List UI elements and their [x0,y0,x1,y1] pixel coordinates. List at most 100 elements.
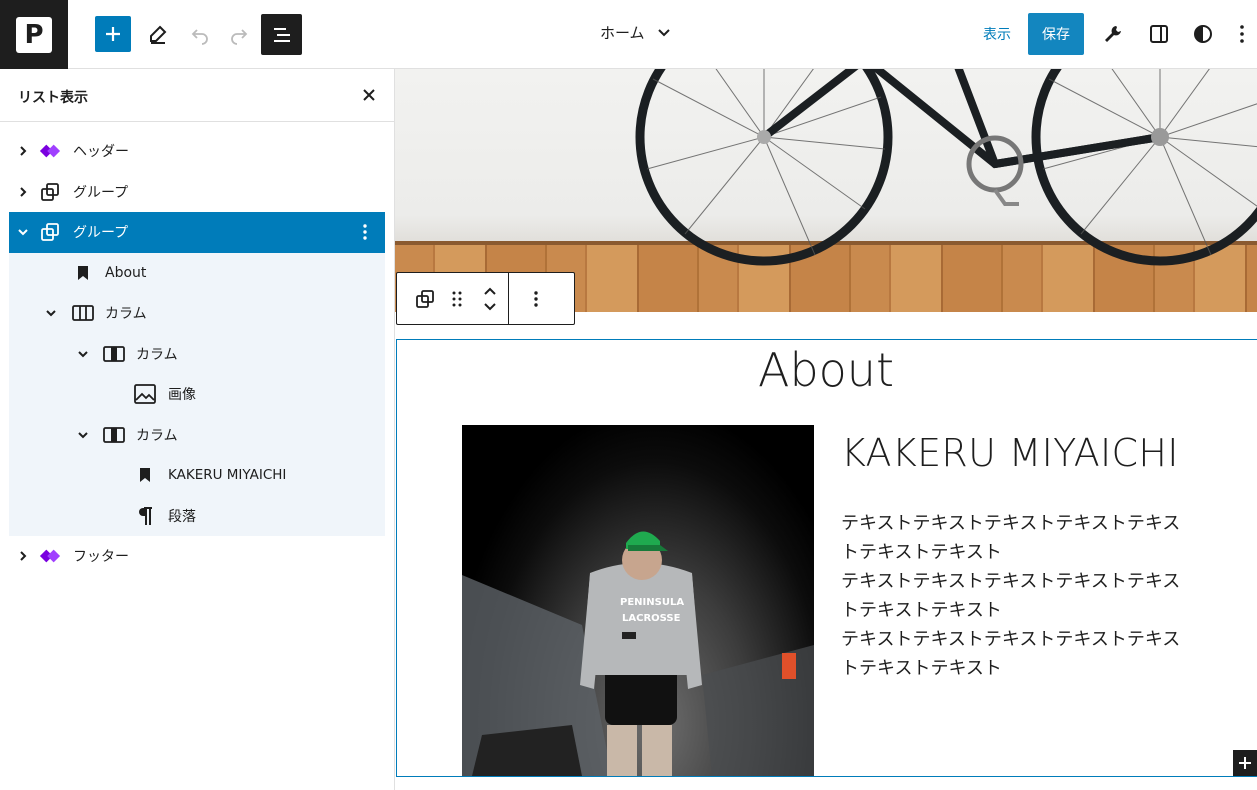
paragraph-line: トテキストテキスト [841,658,1002,679]
chevron-down-icon[interactable] [43,305,59,321]
tree-row-column[interactable]: カラム [9,333,385,374]
paragraph-line: トテキストテキスト [841,542,1002,563]
bookmark-icon [134,464,156,486]
tree-row-column[interactable]: カラム [9,414,385,455]
block-type-switcher-button[interactable] [408,273,442,324]
half-circle-contrast-icon [1194,25,1212,43]
chevron-down-icon [657,28,670,36]
columns-icon [72,302,94,324]
tree-label: グループ [73,225,129,242]
redo-icon [231,29,248,45]
block-options-button[interactable] [355,221,375,243]
profile-photo[interactable]: PENINSULA LACROSSE [462,425,814,776]
column-icon [103,343,125,365]
group-icon [39,221,61,243]
tree-label: カラム [136,346,178,363]
paragraph-line: テキストテキストテキストテキストテキス [841,571,1181,592]
tree-row-header[interactable]: ヘッダー [9,131,385,172]
save-button[interactable]: 保存 [1028,13,1084,55]
list-view-icon [273,27,290,42]
undo-button[interactable] [182,15,218,53]
tree-label: KAKERU MIYAICHI [168,467,287,484]
column-icon [103,424,125,446]
tree-row-columns[interactable]: カラム [9,293,385,334]
template-part-icon [39,140,61,162]
tree-label: 画像 [168,387,196,404]
view-button[interactable]: 表示 [983,24,1011,44]
tree-row-group-selected[interactable]: グループ [9,212,385,253]
tree-row-heading[interactable]: About [9,252,385,293]
tree-row-image[interactable]: 画像 [9,374,385,415]
tools-pen-button[interactable] [140,15,176,53]
redo-button[interactable] [221,15,257,53]
more-vertical-icon [1240,25,1244,43]
undo-icon [191,29,208,45]
editor-top-toolbar: P ホーム 表示 保存 [0,0,1257,69]
block-toolbar [396,272,575,325]
wrench-icon [1105,26,1121,42]
block-tree: ヘッダー グループ グループ About カラム カラム 画像 カラム KAKE… [9,131,385,577]
drag-handle-icon [452,291,462,306]
block-toolbar-group-2 [508,273,553,324]
list-view-toggle-button[interactable] [261,14,302,55]
plus-icon [106,27,120,41]
block-options-button[interactable] [519,273,553,324]
styles-button[interactable] [1185,15,1221,53]
plus-icon [1239,757,1251,769]
tree-label: About [105,264,147,281]
list-view-title: リスト表示 [18,90,88,106]
tree-row-heading[interactable]: KAKERU MIYAICHI [9,455,385,496]
document-title: ホーム [600,24,645,42]
chevron-down-icon[interactable] [75,427,91,443]
chevron-down-icon[interactable] [483,302,497,311]
sidebar-panel-icon [1150,25,1168,43]
site-logo-icon: P [16,16,52,53]
move-up-down-buttons[interactable] [472,273,508,324]
template-part-icon [39,545,61,567]
list-view-header: リスト表示 [0,69,394,122]
about-heading[interactable]: About [395,343,1257,397]
tree-label: カラム [105,306,147,323]
list-view-sidebar: リスト表示 ヘッダー グループ グループ About カラム カラム 画像 カラ… [0,69,395,790]
paragraph-line: テキストテキストテキストテキストテキス [841,513,1181,534]
close-list-view-button[interactable] [357,83,381,107]
options-menu-button[interactable] [1229,15,1255,53]
chevron-right-icon[interactable] [15,143,31,159]
tree-label: カラム [136,427,178,444]
person-photo-illustration: PENINSULA LACROSSE [462,531,814,776]
tree-label: グループ [73,184,129,201]
tree-row-footer[interactable]: フッター [9,536,385,577]
more-vertical-icon [363,224,367,240]
chevron-down-icon[interactable] [15,224,31,240]
chevron-up-icon[interactable] [483,287,497,296]
close-icon [363,89,375,101]
image-icon [134,383,156,405]
editor-canvas[interactable]: About PENINSULA LACROSSE KAKERU MIYAICHI… [395,69,1257,790]
paragraph-icon [134,505,156,527]
tree-label: ヘッダー [73,144,129,161]
chevron-right-icon[interactable] [15,548,31,564]
document-title-dropdown[interactable]: ホーム [600,22,671,43]
tree-label: フッター [73,549,129,566]
settings-sidebar-button[interactable] [1141,15,1177,53]
group-icon [416,289,434,308]
name-heading[interactable]: KAKERU MIYAICHI [841,431,1179,475]
hoodie-text-line1: PENINSULA [620,597,684,608]
styles-tools-button[interactable] [1095,15,1131,53]
bookmark-icon [72,262,94,284]
chevron-down-icon[interactable] [75,346,91,362]
drag-handle-button[interactable] [442,273,472,324]
block-inserter-button[interactable] [1233,750,1257,776]
group-icon [39,181,61,203]
block-toolbar-group-1 [397,273,508,324]
site-logo-button[interactable]: P [0,0,68,69]
chevron-right-icon[interactable] [15,184,31,200]
profile-paragraph[interactable]: テキストテキストテキストテキストテキス トテキストテキスト テキストテキストテキ… [841,509,1201,683]
paragraph-line: トテキストテキスト [841,600,1002,621]
tree-row-group[interactable]: グループ [9,172,385,213]
pen-icon [150,25,167,44]
tree-label: 段落 [168,508,196,525]
paragraph-line: テキストテキストテキストテキストテキス [841,629,1181,650]
add-block-button[interactable] [95,16,131,52]
tree-row-paragraph[interactable]: 段落 [9,495,385,536]
